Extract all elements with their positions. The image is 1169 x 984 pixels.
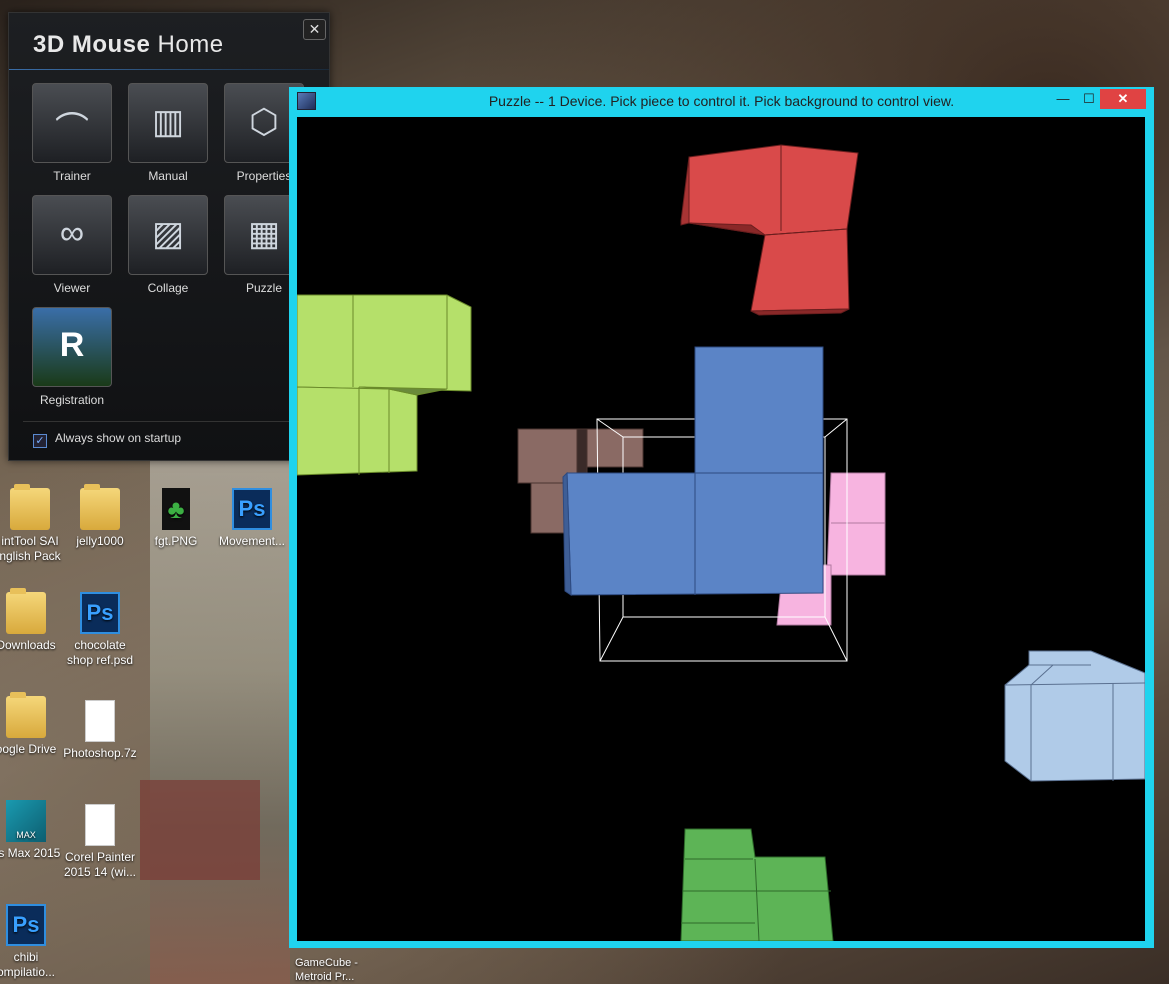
photoshop-icon: Ps (232, 488, 272, 530)
desktop-icon-label: Corel Painter 2015 14 (wi... (63, 850, 137, 879)
piece-red[interactable] (680, 144, 859, 316)
desktop-icon-movement[interactable]: Ps Movement... (212, 488, 292, 549)
downloads-folder-icon (6, 588, 46, 634)
desktop-icon-label: oogle Drive (0, 742, 57, 756)
3ds-max-icon: MAX (6, 800, 46, 842)
startup-label: Always show on startup (55, 431, 182, 445)
tile-label: Viewer (53, 281, 91, 295)
binoculars-icon: ∞ (32, 195, 112, 275)
desktop-icon-label: ds Max 2015 (0, 846, 61, 860)
puzzle-3d-viewport[interactable] (297, 117, 1145, 941)
window-title: Puzzle -- 1 Device. Pick piece to contro… (488, 93, 955, 109)
piece-green[interactable] (680, 828, 834, 941)
desktop-icon-photoshop-7z[interactable]: Photoshop.7z (60, 700, 140, 761)
taskbar-item-gamecube[interactable]: GameCube - Metroid Pr... (295, 956, 358, 984)
desktop-icon-google-drive[interactable]: oogle Drive (0, 692, 66, 757)
tile-trainer[interactable]: ⌒ Trainer (32, 83, 112, 183)
desktop-icon-label: Movement... (218, 534, 286, 548)
tile-label: Properties (236, 169, 292, 183)
folder-icon (10, 484, 50, 530)
photo-collage-icon: ▨ (128, 195, 208, 275)
divider (23, 421, 313, 422)
desktop-icon-label: jelly1000 (76, 534, 124, 548)
desktop-icon-downloads[interactable]: Downloads (0, 588, 66, 653)
photoshop-icon: Ps (80, 592, 120, 634)
piece-lightblue[interactable] (1004, 650, 1145, 782)
desktop-icon-label: Photoshop.7z (63, 746, 137, 760)
startup-checkbox[interactable]: ✓ (33, 434, 47, 448)
file-icon (85, 700, 115, 742)
trainer-icon: ⌒ (32, 83, 112, 163)
image-file-icon: ♣ (162, 488, 190, 530)
close-button[interactable]: ✕ (303, 19, 326, 40)
tile-label: Registration (39, 393, 105, 407)
wallpaper-accent (140, 780, 260, 880)
manual-icon: ▥ (128, 83, 208, 163)
tile-viewer[interactable]: ∞ Viewer (32, 195, 112, 295)
desktop-icon-corel-painter[interactable]: Corel Painter 2015 14 (wi... (60, 804, 140, 880)
piece-lime[interactable] (297, 294, 472, 476)
desktop-icon-chibi[interactable]: Ps chibi ompilatio... (0, 904, 66, 980)
tile-manual[interactable]: ▥ Manual (128, 83, 208, 183)
puzzle-scene[interactable] (297, 117, 1145, 941)
desktop-icon-label: chibi ompilatio... (0, 950, 56, 979)
tile-label: Trainer (53, 169, 91, 183)
minimize-button[interactable]: — (1051, 89, 1075, 109)
desktop-icon-jelly1000[interactable]: jelly1000 (60, 484, 140, 549)
tile-label: Manual (148, 169, 188, 183)
maximize-button[interactable]: ☐ (1077, 89, 1101, 109)
folder-icon (80, 484, 120, 530)
desktop-icon-label: Downloads (0, 638, 56, 652)
desktop-icon-label: fgt.PNG (154, 534, 198, 548)
desktop-icon-fgt-png[interactable]: ♣ fgt.PNG (136, 488, 216, 549)
photoshop-icon: Ps (6, 904, 46, 946)
desktop-icon-label: chocolate shop ref.psd (66, 638, 134, 667)
desktop-icon-3ds-max[interactable]: MAX ds Max 2015 (0, 800, 66, 861)
3d-mouse-home-panel: 3D Mouse Home ✕ ⌒ Trainer ▥ Manual ⬡ Pro… (8, 12, 330, 461)
puzzle-window: Puzzle -- 1 Device. Pick piece to contro… (289, 87, 1154, 948)
file-icon (85, 804, 115, 846)
tile-registration[interactable]: R Registration (32, 307, 112, 407)
registration-globe-icon: R (32, 307, 112, 387)
tile-collage[interactable]: ▨ Collage (128, 195, 208, 295)
tile-label: Collage (147, 281, 189, 295)
panel-title: 3D Mouse Home (33, 31, 224, 58)
tile-label: Puzzle (245, 281, 283, 295)
google-drive-folder-icon (6, 692, 46, 738)
always-show-on-startup[interactable]: ✓ Always show on startup (33, 431, 181, 448)
desktop-icon-chocolate-shop[interactable]: Ps chocolate shop ref.psd (60, 592, 140, 668)
piece-blue[interactable] (562, 346, 824, 596)
desktop-icon-label: intTool SAI nglish Pack (0, 534, 61, 563)
title-divider (9, 69, 329, 70)
close-button[interactable]: ✕ (1100, 89, 1146, 109)
